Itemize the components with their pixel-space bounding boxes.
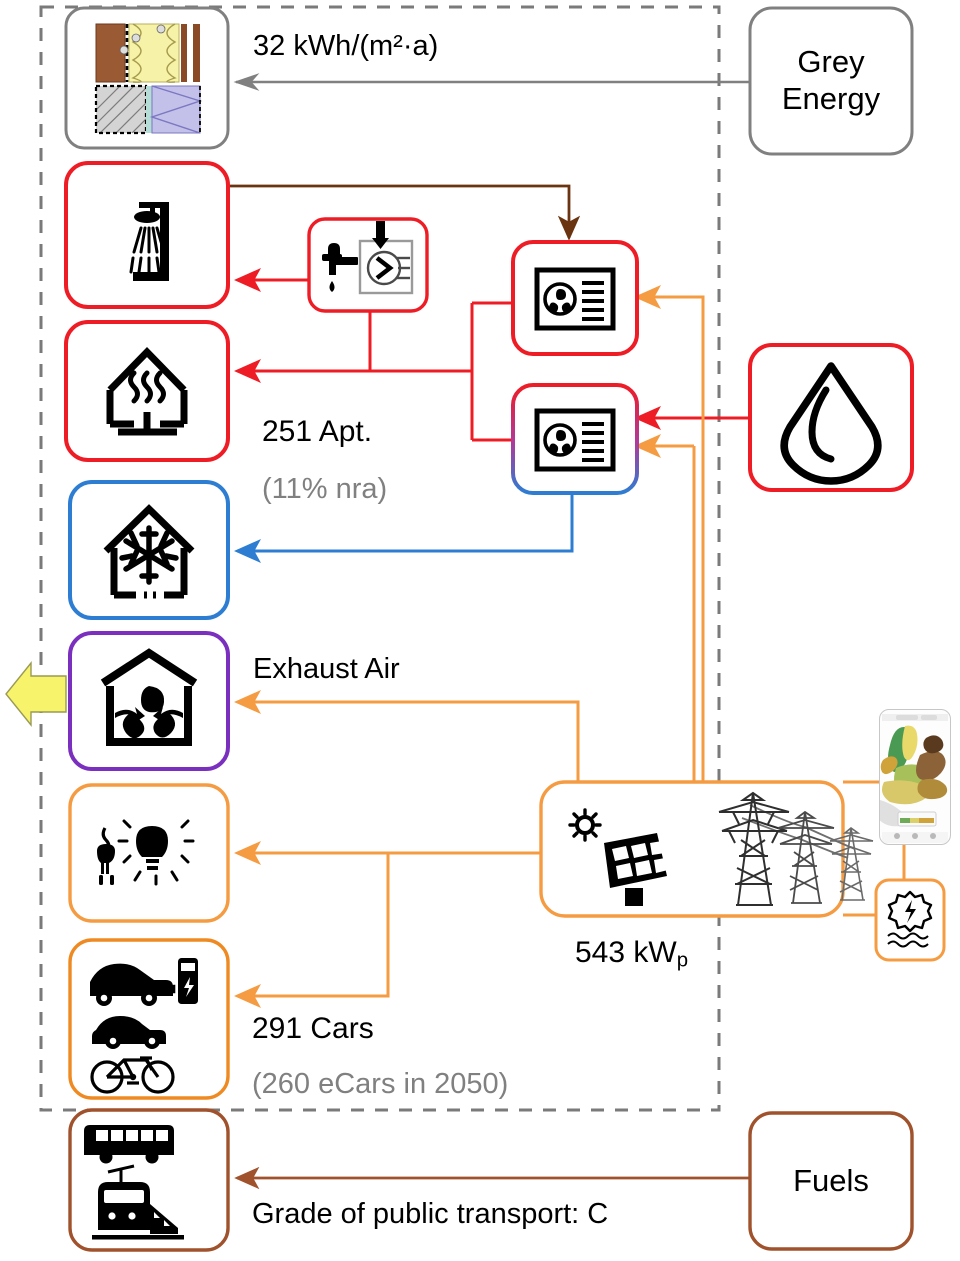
public-transport-label: Grade of public transport: C [252, 1198, 609, 1230]
apartments-label: 251 Apt. [262, 415, 373, 448]
pv-power-label: 543 kWp [575, 936, 688, 972]
pv-power-subscript: p [676, 949, 689, 972]
exhaust-air-label: Exhaust Air [253, 653, 400, 685]
grey-energy-line2: Energy [781, 81, 881, 116]
cars-note-label: (260 eCars in 2050) [252, 1068, 509, 1100]
flow-elec-to-ventilation [234, 690, 580, 782]
box-pv-system[interactable] [539, 780, 845, 918]
apartments-note-label: (11% nra) [262, 473, 388, 505]
box-domestic-hot-water[interactable] [64, 161, 230, 309]
plant-box-group [307, 6, 946, 1251]
energy-flow-diagram: 32 kWh/(m²·a) 251 Apt. (11% nra) Exhaust… [0, 0, 960, 1261]
grey-energy-box-label: Grey Energy [750, 8, 912, 154]
cars-label: 291 Cars [252, 1012, 374, 1045]
flow-elec-to-emobility [234, 853, 390, 1008]
grey-energy-value-label: 32 kWh/(m²·a) [253, 30, 439, 62]
grey-energy-line1: Grey [797, 44, 865, 80]
fuels-box-label: Fuels [793, 1162, 869, 1198]
pv-power-value: 543 kW [575, 936, 677, 969]
wall-section-icon [94, 23, 203, 135]
yellow-export-arrow-icon [5, 661, 67, 727]
europe-map-phone-icon [879, 709, 951, 845]
